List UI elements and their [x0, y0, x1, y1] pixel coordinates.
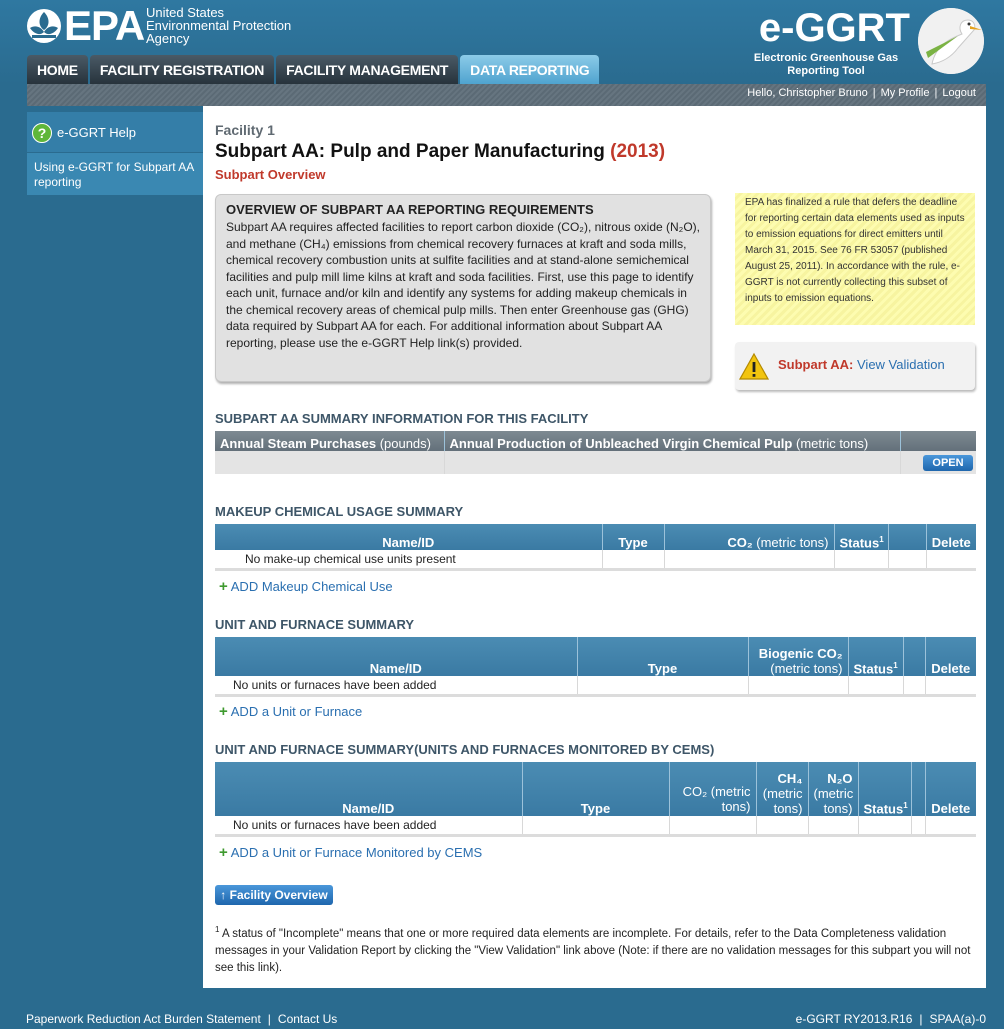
epa-wordmark: EPA: [64, 2, 145, 49]
col-ch4: CH₄ (metric tons): [755, 762, 808, 816]
main-nav: HOME FACILITY REGISTRATION FACILITY MANA…: [27, 55, 600, 84]
col-n2o: N₂O (metric tons): [807, 762, 858, 816]
cems-section-title: UNIT AND FURNACE SUMMARY(UNITS AND FURNA…: [215, 742, 715, 757]
help-title: e-GGRT Help: [57, 125, 136, 140]
user-bar: Hello, Christopher Bruno | My Profile | Logo…: [27, 84, 986, 106]
col-type: Type: [521, 762, 669, 816]
steam-purchases-value: [215, 451, 444, 474]
open-button[interactable]: OPEN: [923, 454, 973, 471]
page-code: SPAA(a)-0: [929, 1012, 986, 1026]
col-name-id: Name/ID: [215, 762, 522, 816]
epa-flower-icon: [27, 9, 61, 43]
empty-message: No units or furnaces have been added: [215, 676, 577, 697]
my-profile-link[interactable]: My Profile: [881, 87, 930, 99]
cems-table: Name/ID Type CO₂ (metric tons) CH₄ (metri…: [215, 762, 976, 837]
add-makeup-chemical-link[interactable]: + ADD Makeup Chemical Use: [219, 578, 393, 595]
table-row: No make-up chemical use units present: [215, 550, 976, 571]
page-title: Subpart AA: Pulp and Paper Manufacturing…: [215, 141, 666, 162]
user-greeting: Hello, Christopher Bruno: [747, 87, 868, 99]
validation-label: Subpart AA:: [778, 357, 854, 372]
col-steam-purchases: Annual Steam Purchases (pounds): [215, 431, 444, 451]
summary-section-title: SUBPART AA SUMMARY INFORMATION FOR THIS …: [215, 411, 589, 426]
col-pulp-production: Annual Production of Unbleached Virgin C…: [443, 431, 900, 451]
add-unit-link[interactable]: + ADD a Unit or Furnace: [219, 703, 362, 720]
col-type: Type: [601, 524, 664, 550]
tab-home[interactable]: HOME: [27, 55, 88, 84]
page-subtitle: Subpart Overview: [215, 167, 326, 182]
col-delete: Delete: [925, 524, 976, 550]
overview-box: OVERVIEW OF SUBPART AA REPORTING REQUIRE…: [215, 194, 711, 382]
summary-table: Annual Steam Purchases (pounds) Annual P…: [215, 431, 976, 474]
pulp-production-value: [443, 451, 900, 474]
col-co2: CO₂ (metric tons): [663, 524, 834, 550]
arrow-up-icon: ↑: [220, 888, 227, 902]
table-row: No units or furnaces have been added: [215, 676, 976, 697]
table-row: No units or furnaces have been added: [215, 816, 976, 837]
facility-name: Facility 1: [215, 122, 275, 138]
warning-icon: [739, 352, 769, 380]
header: EPA United States Environmental Protecti…: [0, 0, 1004, 84]
col-name-id: Name/ID: [215, 637, 577, 676]
unit-section-title: UNIT AND FURNACE SUMMARY: [215, 617, 415, 632]
tab-facility-management[interactable]: FACILITY MANAGEMENT: [276, 55, 459, 84]
version-label: e-GGRT RY2013.R16: [795, 1012, 913, 1026]
col-delete: Delete: [924, 762, 976, 816]
unit-table: Name/ID Type Biogenic CO₂ (metric tons) S…: [215, 637, 976, 697]
validation-box: Subpart AA: View Validation: [735, 342, 975, 390]
col-status: Status1: [857, 762, 911, 816]
footer: Paperwork Reduction Act Burden Statement…: [26, 1012, 986, 1026]
status-footnote: 1 A status of "Incomplete" means that on…: [215, 925, 971, 974]
deferral-notice: EPA has finalized a rule that defers the…: [735, 193, 975, 325]
plus-icon: +: [219, 703, 228, 720]
help-header: ? e-GGRT Help: [27, 112, 203, 153]
app-subtitle: Electronic Greenhouse Gas Reporting Tool: [753, 52, 899, 77]
tab-data-reporting[interactable]: DATA REPORTING: [460, 55, 600, 84]
help-link-label: Using e-GGRT for Subpart AA reporting: [34, 160, 194, 189]
main-content: Facility 1 Subpart AA: Pulp and Paper Ma…: [203, 106, 986, 988]
tab-facility-registration[interactable]: FACILITY REGISTRATION: [89, 55, 275, 84]
paperwork-link[interactable]: Paperwork Reduction Act Burden Statement: [26, 1012, 261, 1026]
empty-message: No make-up chemical use units present: [215, 550, 602, 571]
col-action: [899, 431, 976, 451]
plus-icon: +: [219, 578, 228, 595]
app-title: e-GGRT: [758, 6, 910, 50]
user-links: Hello, Christopher Bruno | My Profile | Logo…: [747, 87, 976, 99]
agency-name: United States Environmental Protection A…: [146, 5, 292, 46]
logout-link[interactable]: Logout: [942, 87, 976, 99]
egret-logo-icon: [918, 8, 984, 74]
col-co2: CO₂ (metric tons): [668, 762, 756, 816]
view-validation-link[interactable]: View Validation: [857, 357, 945, 372]
facility-overview-button[interactable]: ↑ Facility Overview: [215, 885, 333, 905]
col-name-id: Name/ID: [215, 524, 602, 550]
help-link-subpart-aa[interactable]: Using e-GGRT for Subpart AA reporting: [27, 153, 203, 195]
col-status: Status1: [833, 524, 888, 550]
makeup-section-title: MAKEUP CHEMICAL USAGE SUMMARY: [215, 504, 464, 519]
add-cems-unit-link[interactable]: + ADD a Unit or Furnace Monitored by CEMS: [219, 844, 482, 861]
plus-icon: +: [219, 844, 228, 861]
col-delete: Delete: [924, 637, 976, 676]
help-icon: ?: [32, 123, 52, 143]
col-type: Type: [576, 637, 748, 676]
contact-us-link[interactable]: Contact Us: [278, 1012, 337, 1026]
overview-text: Subpart AA requires affected facilities …: [226, 220, 700, 350]
reporting-year: (2013): [610, 141, 666, 162]
help-sidebar: ? e-GGRT Help Using e-GGRT for Subpart A…: [27, 106, 203, 988]
summary-row: OPEN: [215, 451, 976, 474]
col-biogenic-co2: Biogenic CO₂ (metric tons): [747, 637, 848, 676]
makeup-table: Name/ID Type CO₂ (metric tons) Status1 D…: [215, 524, 976, 571]
empty-message: No units or furnaces have been added: [215, 816, 522, 837]
col-status: Status1: [847, 637, 903, 676]
overview-heading: OVERVIEW OF SUBPART AA REPORTING REQUIRE…: [226, 202, 594, 217]
